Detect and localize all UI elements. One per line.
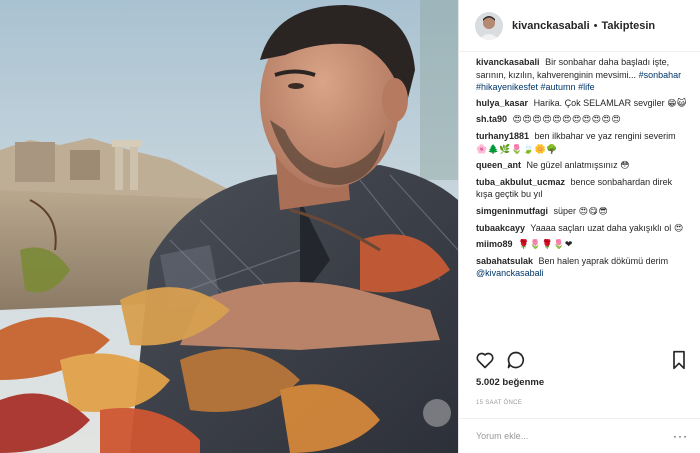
comment-text: süper xyxy=(553,205,577,216)
post-sidebar: kivanckasabali • Takiptesin kivanckasaba… xyxy=(458,0,700,453)
more-options-icon[interactable]: ··· xyxy=(673,429,688,443)
comment-mention[interactable]: @kivanckasabali xyxy=(476,268,544,278)
comment-emoji: 😁😺 xyxy=(667,98,687,109)
comment-username[interactable]: simgeninmutfagi xyxy=(476,206,548,216)
comment-item: sabahatsulak Ben halen yaprak dökümü der… xyxy=(476,255,688,281)
comment-input[interactable]: Yorum ekle... xyxy=(476,431,673,441)
comment-item: tubaakcayy Yaaaa saçları uzat daha yakış… xyxy=(476,222,688,236)
caption: kivanckasabali Bir sonbahar daha başladı… xyxy=(476,56,688,94)
comment-emoji: 🌸🌲🌿🌷🍃🌼🌳 xyxy=(476,144,558,155)
header-separator: • xyxy=(593,19,598,32)
comment-text: Ben halen yaprak dökümü derim xyxy=(538,255,669,266)
likes-count[interactable]: 5.002 beğenme xyxy=(476,377,544,388)
comment-text: Yaaaa saçları uzat daha yakışıklı ol xyxy=(530,222,672,233)
comments-list: kivanckasabali Bir sonbahar daha başladı… xyxy=(459,56,700,342)
avatar[interactable] xyxy=(475,11,503,40)
comment-username[interactable]: tubaakcayy xyxy=(476,223,525,233)
comment-username[interactable]: turhany1881 xyxy=(476,131,529,141)
post-header: kivanckasabali • Takiptesin xyxy=(459,0,700,52)
comment-emoji: 😍 xyxy=(673,223,684,234)
comment-emoji: 😳 xyxy=(620,161,630,172)
comment-text: Harika. Çok SELAMLAR sevgiler xyxy=(533,97,665,108)
comment-text: Ne güzel anlatmışsınız xyxy=(526,160,618,171)
heart-icon[interactable] xyxy=(475,350,495,375)
bookmark-icon[interactable] xyxy=(670,350,688,375)
comment-username[interactable]: sabahatsulak xyxy=(476,256,533,266)
add-comment-bar: Yorum ekle... ··· xyxy=(459,418,700,453)
comment-username[interactable]: tuba_akbulut_ucmaz xyxy=(476,177,565,187)
comment-item: tuba_akbulut_ucmaz bence sonbahardan dir… xyxy=(476,176,688,202)
comment-item: hulya_kasar Harika. Çok SELAMLAR sevgile… xyxy=(476,97,688,111)
comment-username[interactable]: miimo89 xyxy=(476,239,513,249)
follow-status-button[interactable]: Takiptesin xyxy=(602,20,656,32)
comment-bubble-icon[interactable] xyxy=(506,350,526,375)
comment-emoji: 😍😋😎 xyxy=(578,206,609,217)
post-timestamp: 15 SAAT ÖNCE xyxy=(476,400,523,406)
post-photo[interactable] xyxy=(0,0,458,453)
comment-item: sh.ta90 😍😍😍😍😍😍😍😍😍😍😍 xyxy=(476,113,688,127)
comment-username[interactable]: sh.ta90 xyxy=(476,114,507,124)
caption-username[interactable]: kivanckasabali xyxy=(476,57,540,67)
action-bar xyxy=(459,350,700,372)
autumn-portrait-image xyxy=(0,0,458,453)
comment-item: queen_ant Ne güzel anlatmışsınız 😳 xyxy=(476,159,688,173)
comment-username[interactable]: hulya_kasar xyxy=(476,98,528,108)
header-username[interactable]: kivanckasabali xyxy=(512,20,590,32)
comment-text: ben ilkbahar ve yaz rengini severim xyxy=(534,130,676,141)
comment-item: simgeninmutfagi süper 😍😋😎 xyxy=(476,205,688,219)
comment-item: miimo89 🌹🌷🌹🌷❤ xyxy=(476,238,688,252)
comment-username[interactable]: queen_ant xyxy=(476,160,521,170)
comment-emoji: 😍😍😍😍😍😍😍😍😍😍😍 xyxy=(512,115,622,126)
comment-item: turhany1881 ben ilkbahar ve yaz rengini … xyxy=(476,130,688,156)
comment-emoji: 🌹🌷🌹🌷❤ xyxy=(518,240,573,251)
avatar-image xyxy=(475,11,503,40)
